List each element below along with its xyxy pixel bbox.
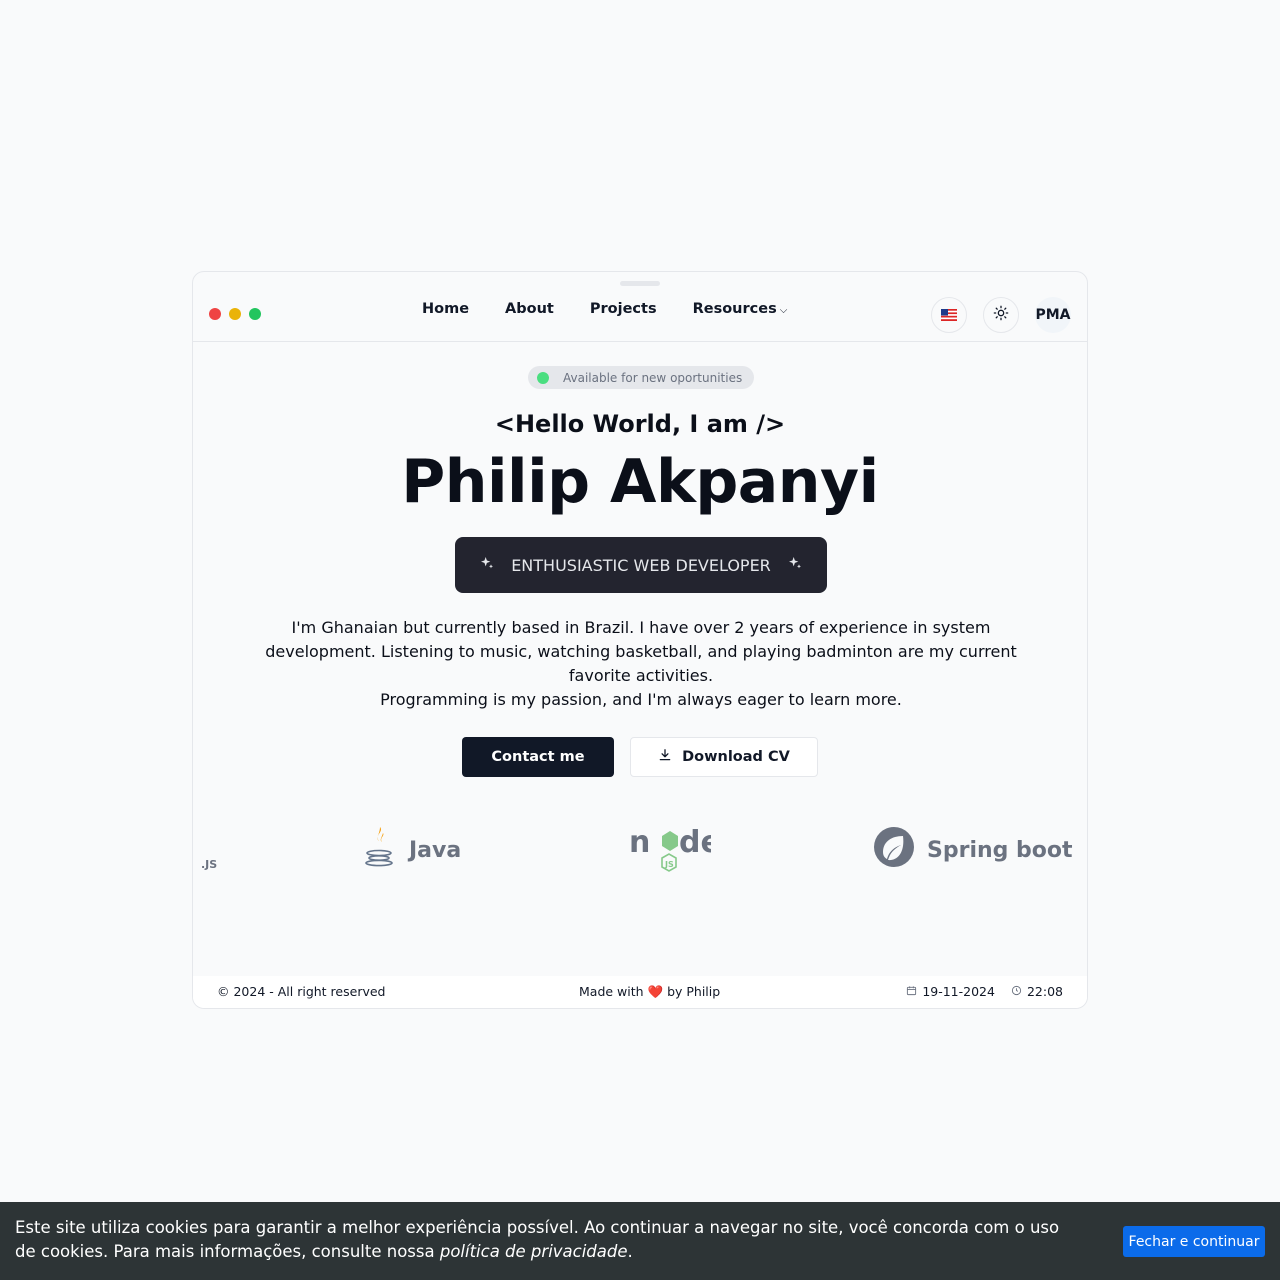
sun-icon — [993, 305, 1009, 325]
clock-icon — [1011, 984, 1022, 999]
top-navigation-bar: Home About Projects Resources ⌵ PMA — [193, 296, 1087, 342]
sparkle-icon — [787, 555, 803, 575]
footer-date: 19-11-2024 — [906, 984, 995, 999]
footer-time: 22:08 — [1011, 984, 1063, 999]
time-value: 22:08 — [1026, 984, 1063, 999]
nav-about[interactable]: About — [505, 301, 554, 317]
availability-text: Available for new oportunities — [563, 370, 743, 385]
java-label: Java — [409, 837, 462, 863]
js-label: .JS — [201, 857, 218, 871]
close-dot[interactable] — [209, 308, 221, 320]
svg-text:JS: JS — [664, 860, 674, 869]
made-with-text: Made with ❤️ by Philip — [579, 984, 721, 999]
bio-paragraph: I'm Ghanaian but currently based in Braz… — [263, 616, 1019, 712]
spring-label: Spring boot — [927, 837, 1073, 863]
copyright-text: © 2024 - All right reserved — [217, 984, 386, 999]
privacy-policy-link[interactable]: política de privacidade — [440, 1242, 628, 1261]
download-cv-button[interactable]: Download CV — [630, 737, 818, 777]
availability-badge: Available for new oportunities — [528, 366, 754, 389]
bio-line-2: Programming is my passion, and I'm alway… — [380, 690, 902, 709]
greeting-heading: <Hello World, I am /> — [494, 410, 786, 438]
window-controls — [209, 308, 261, 320]
role-text: ENTHUSIASTIC WEB DEVELOPER — [511, 555, 771, 575]
tech-logo-spring: Spring boot — [873, 820, 1073, 880]
tech-logos-marquee: .JS Java n de JS — [193, 820, 1087, 880]
drag-handle[interactable] — [620, 281, 660, 286]
cookie-message: Este site utiliza cookies para garantir … — [15, 1216, 1075, 1264]
spring-leaf-icon — [873, 826, 915, 874]
tech-logo-node: n de JS — [629, 820, 721, 880]
contact-button[interactable]: Contact me — [462, 737, 614, 777]
svg-text:n: n — [629, 825, 650, 860]
language-button[interactable] — [931, 297, 967, 333]
page-footer: © 2024 - All right reserved Made with ❤️… — [193, 976, 1087, 1008]
app-window: Home About Projects Resources ⌵ PMA Avai… — [192, 271, 1088, 1009]
cookie-period: . — [627, 1242, 633, 1261]
tech-logo-js: .JS — [201, 834, 217, 894]
download-cv-label: Download CV — [682, 749, 790, 765]
nodejs-icon: n de JS — [629, 822, 721, 878]
bio-line-1: I'm Ghanaian but currently based in Braz… — [265, 618, 1017, 685]
chevron-down-icon: ⌵ — [779, 305, 788, 316]
calendar-icon — [906, 984, 917, 999]
date-value: 19-11-2024 — [922, 984, 995, 999]
nav-resources-label: Resources — [692, 301, 777, 317]
nav-resources[interactable]: Resources ⌵ — [693, 301, 788, 317]
nav-projects[interactable]: Projects — [590, 301, 657, 317]
java-icon — [363, 825, 397, 875]
page-title: Philip Akpanyi — [401, 447, 879, 517]
maximize-dot[interactable] — [249, 308, 261, 320]
tech-logo-java: Java — [363, 820, 461, 880]
sparkle-icon — [479, 555, 495, 575]
cookie-accept-button[interactable]: Fechar e continuar — [1123, 1226, 1265, 1257]
minimize-dot[interactable] — [229, 308, 241, 320]
nav-home[interactable]: Home — [422, 301, 469, 317]
cookie-banner: Este site utiliza cookies para garantir … — [0, 1202, 1280, 1280]
theme-toggle-button[interactable] — [983, 297, 1019, 333]
avatar-initials[interactable]: PMA — [1035, 297, 1071, 333]
header-tools: PMA — [931, 297, 1071, 333]
svg-text:de: de — [679, 825, 711, 860]
download-icon — [658, 748, 672, 766]
footer-datetime: 19-11-2024 22:08 — [906, 984, 1063, 999]
us-flag-icon — [941, 306, 957, 325]
status-dot-icon — [537, 371, 549, 384]
main-nav: Home About Projects Resources ⌵ — [422, 301, 787, 317]
role-banner: ENTHUSIASTIC WEB DEVELOPER — [455, 537, 827, 593]
